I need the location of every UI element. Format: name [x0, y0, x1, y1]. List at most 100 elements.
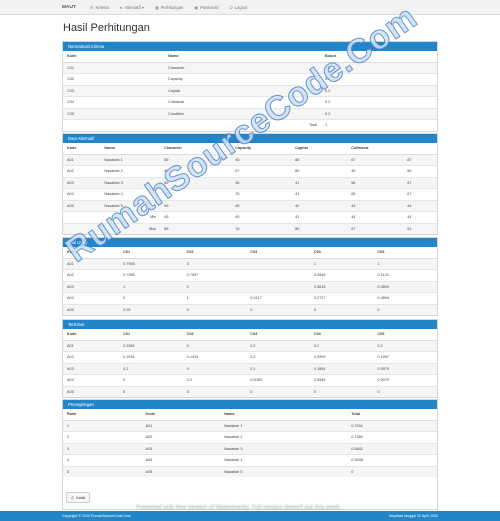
nav-alternatif[interactable]: ● Alternatif ▾ — [120, 5, 144, 10]
normalisasi-table: Kode Nama Bobot C01 Character 0.2 C02 Capac… — [63, 51, 437, 131]
table-cell: 45 — [160, 211, 232, 223]
table-cell: 0.2 — [321, 84, 437, 97]
table-cell: A01 — [141, 419, 221, 432]
column-header: Kode — [63, 329, 120, 341]
table-cell: Capacity — [163, 73, 322, 85]
table-cell: 2 — [63, 431, 142, 443]
table-cell: 45 — [160, 188, 232, 200]
table-cell: 45 — [347, 165, 404, 177]
column-header: Nama — [100, 143, 161, 155]
table-cell: C03 — [63, 84, 164, 97]
table-cell: 91 — [403, 222, 437, 234]
column-header: Bobot — [321, 51, 437, 63]
table-cell: Condition — [163, 107, 322, 120]
table-cell: 0.0909 — [309, 351, 374, 363]
nav-kriteria[interactable]: ☰ Kriteria — [90, 5, 109, 10]
panel-heading: Normalisasi Kriteria — [63, 42, 437, 51]
table-cell: 0.4546 — [309, 269, 374, 281]
lock-icon: ▣ — [194, 4, 199, 10]
table-cell: 0.1419 — [182, 351, 247, 363]
table-cell: A02 — [141, 431, 221, 443]
print-icon: ⎙ — [71, 495, 74, 500]
table-cell: Nasabah 1 — [100, 153, 161, 166]
table-cell: 85 — [160, 176, 232, 189]
table-cell — [246, 280, 310, 293]
utility-table: Kode C01 C02 C03 C04 C05 A01 0.7955 0 1 1 A0… — [63, 247, 437, 315]
column-header: Nama — [163, 51, 322, 63]
table-cell: Nasabah 4 — [100, 188, 161, 200]
column-header: Character — [160, 143, 232, 155]
column-header: Capital — [291, 143, 348, 155]
alternatif-panel: Data Alternatif Kode Nama Character Capa… — [62, 133, 438, 235]
footer-updated: Diupdate tanggal 22 April 2020 — [388, 514, 438, 518]
table-cell: 0.0417 — [246, 292, 310, 304]
table-cell: 85 — [160, 153, 232, 166]
column-header: Capacity — [231, 143, 292, 155]
brand-link[interactable]: MAUT — [62, 5, 76, 10]
calculator-icon: ▦ — [154, 4, 159, 10]
table-row: A02 0.1591 0.1419 0.2 0.0909 0.1957 — [63, 351, 437, 363]
table-row: A05 0.25 0 0 0 0 — [63, 303, 437, 315]
table-cell: 42 — [291, 199, 348, 212]
table-cell: Nasabah 2 — [220, 431, 348, 443]
table-cell: 85 — [160, 165, 232, 177]
total-value: 1 — [321, 119, 437, 131]
table-cell: 0.0545 — [309, 374, 374, 386]
table-cell: 0.7955 — [119, 269, 183, 281]
panel-heading: Nilai Utility — [63, 238, 437, 247]
table-row: A04 0 1 0.0417 0.2727 0.4894 — [63, 292, 437, 304]
table-cell: 0 — [182, 385, 247, 397]
table-cell: 88 — [291, 153, 348, 166]
table-cell: Collateral — [163, 96, 322, 108]
table-cell — [63, 119, 164, 131]
table-cell: 0.2 — [321, 96, 437, 108]
table-cell: 0.5618 — [309, 280, 374, 293]
table-cell: 0.2 — [309, 339, 374, 352]
column-header: C05 — [373, 329, 437, 341]
table-row: A01 0.7955 0 1 1 — [63, 257, 437, 270]
table-cell: 89 — [291, 222, 348, 234]
table-cell: 67 — [347, 222, 404, 234]
column-header: C03 — [246, 329, 310, 341]
table-cell: 44 — [403, 211, 437, 223]
table-cell: A02 — [63, 269, 120, 281]
table-cell: 0 — [246, 303, 310, 315]
column-header: C02 — [182, 247, 247, 259]
footer: Copyright © 2020 RumahSourceCode.Com Diu… — [0, 511, 500, 521]
column-header — [403, 143, 437, 155]
table-cell: 45 — [231, 176, 292, 189]
table-row: C03 Capital 0.2 — [63, 84, 437, 97]
table-cell: 0 — [119, 292, 183, 304]
table-cell: A03 — [63, 362, 120, 375]
table-cell: 0.2 — [119, 362, 183, 375]
table-cell: 0.1591 — [119, 351, 183, 363]
navbar: MAUT ☰ Kriteria ● Alternatif ▾ ▦ Perhitunga… — [0, 0, 500, 15]
table-cell: 76 — [231, 188, 292, 200]
nav-logout[interactable]: ⏻ Logout — [229, 5, 247, 10]
utility-panel: Nilai Utility Kode C01 C02 C03 C04 C05 A… — [62, 237, 438, 316]
table-header-row: Rank Kode Nama Total — [63, 409, 437, 421]
table-cell: Character — [163, 61, 322, 74]
table-row: A01 Nasabah 1 85 45 88 67 87 — [63, 153, 437, 166]
print-button[interactable]: ⎙ Cetak — [66, 492, 91, 503]
nav-label: Password — [200, 4, 219, 10]
table-cell: C01 — [63, 61, 164, 74]
nav-password[interactable]: ▣ Password — [194, 5, 218, 10]
table-cell: 65 — [347, 188, 404, 200]
table-cell: 87 — [403, 176, 437, 189]
table-cell: 0.2 — [246, 351, 310, 363]
column-header: C05 — [373, 247, 437, 259]
nav-perhitungan[interactable]: ▦ Perhitungan — [155, 5, 183, 10]
print-label: Cetak — [75, 495, 86, 500]
table-cell: Nasabah 1 — [220, 419, 348, 432]
panel-heading: Terbobot — [63, 320, 437, 329]
table-cell: Nasabah 3 — [220, 442, 348, 455]
table-cell: 0 — [182, 339, 247, 352]
table-cell: 3 — [63, 442, 142, 455]
min-row: Min 45 45 41 44 44 — [63, 211, 437, 223]
table-cell: Nasabah 5 — [100, 199, 161, 212]
table-cell: 0.0083 — [246, 374, 310, 386]
nav-label: Perhitungan — [160, 4, 184, 10]
list-icon: ☰ — [89, 4, 94, 10]
table-cell: 0.4894 — [373, 280, 437, 293]
